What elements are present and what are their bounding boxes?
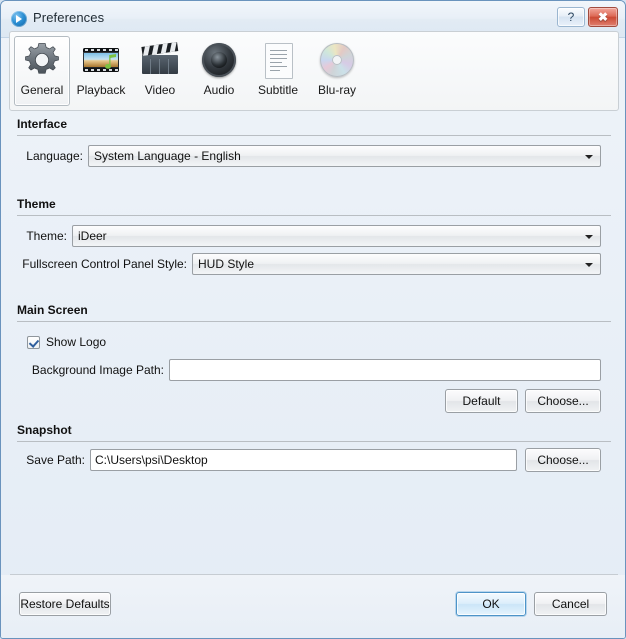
restore-defaults-button[interactable]: Restore Defaults [19,592,111,616]
section-title-theme: Theme [17,197,56,211]
section-title-interface: Interface [17,117,68,131]
tab-playback[interactable]: Playback [73,36,129,106]
tab-bluray-label: Blu-ray [317,83,356,97]
background-default-button[interactable]: Default [445,389,518,413]
background-image-path-input[interactable] [169,359,601,381]
snapshot-choose-button[interactable]: Choose... [525,448,601,472]
section-divider-main-screen [17,321,611,322]
tab-bluray[interactable]: Blu-ray [309,36,365,106]
fullscreen-style-label: Fullscreen Control Panel Style: [22,257,187,271]
save-path-value: C:\Users\psi\Desktop [95,453,208,467]
cancel-button[interactable]: Cancel [534,592,607,616]
save-path-input[interactable]: C:\Users\psi\Desktop [90,449,517,471]
tab-video-label: Video [144,83,176,97]
chevron-down-icon [585,235,593,239]
show-logo-row[interactable]: Show Logo [27,335,106,349]
language-value: System Language - English [94,149,241,163]
save-path-label: Save Path: [26,453,85,467]
section-divider-theme [17,215,611,216]
media-player-icon [11,11,27,27]
preferences-window: Preferences ? ✖ General Playback Video A… [0,0,626,639]
theme-label: Theme: [26,229,67,243]
ok-button[interactable]: OK [456,592,526,616]
language-select[interactable]: System Language - English [88,145,601,167]
theme-select[interactable]: iDeer [72,225,601,247]
tab-general-label: General [20,83,64,97]
chevron-down-icon [585,263,593,267]
background-image-path-label: Background Image Path: [31,363,164,377]
footer-bar: Restore Defaults OK Cancel [1,575,625,638]
close-icon: ✖ [597,10,609,24]
clapper-icon [140,40,180,80]
general-settings-panel: Interface Language: System Language - En… [9,113,619,568]
help-button[interactable]: ? [557,7,585,27]
tab-audio-label: Audio [203,83,235,97]
section-title-snapshot: Snapshot [17,423,72,437]
film-icon [81,40,121,80]
document-icon [258,40,298,80]
section-title-main-screen: Main Screen [17,303,88,317]
language-label: Language: [26,149,83,163]
gear-icon [22,40,62,80]
help-icon: ? [567,10,575,24]
disc-icon [317,40,357,80]
tab-playback-label: Playback [76,83,126,97]
preferences-toolbar: General Playback Video Audio Subtitle Bl… [9,31,619,111]
tab-video[interactable]: Video [132,36,188,106]
show-logo-checkbox[interactable] [27,335,40,349]
close-button[interactable]: ✖ [588,7,618,27]
section-divider-interface [17,135,611,136]
tab-subtitle-label: Subtitle [257,83,299,97]
fullscreen-style-value: HUD Style [198,257,255,271]
tab-subtitle[interactable]: Subtitle [250,36,306,106]
tab-audio[interactable]: Audio [191,36,247,106]
show-logo-label: Show Logo [46,335,107,349]
background-choose-button[interactable]: Choose... [525,389,601,413]
tab-general[interactable]: General [14,36,70,106]
window-title: Preferences [33,10,105,25]
chevron-down-icon [585,155,593,159]
section-divider-snapshot [17,441,611,442]
fullscreen-style-select[interactable]: HUD Style [192,253,601,275]
speaker-icon [199,40,239,80]
theme-value: iDeer [78,229,107,243]
